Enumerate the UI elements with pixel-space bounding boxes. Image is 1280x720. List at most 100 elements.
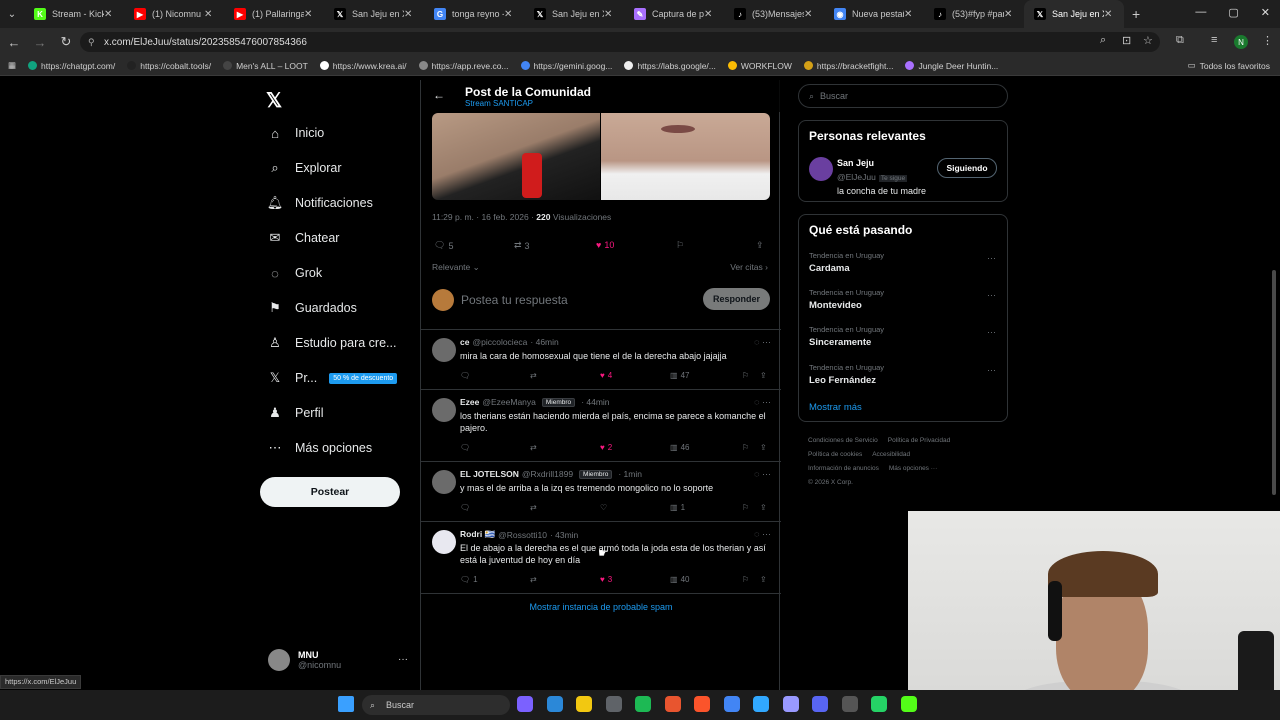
avatar[interactable] <box>432 530 456 554</box>
footer-link[interactable]: Accesibilidad <box>872 451 910 458</box>
spotify-icon[interactable] <box>635 696 651 712</box>
profile-avatar[interactable]: N <box>1234 35 1248 49</box>
close-tab-icon[interactable]: ✕ <box>304 9 318 20</box>
close-tab-icon[interactable]: ✕ <box>704 9 718 20</box>
comment-author[interactable]: Ezee <box>460 397 479 407</box>
comment-handle[interactable]: @EzeeManya <box>482 397 536 407</box>
tab-8[interactable]: ◉ Nueva pestaña✕ <box>824 0 924 28</box>
reply-action[interactable]: 🗨︎ <box>460 371 473 380</box>
comment[interactable]: EL JOTELSON @Rxdrill1899 Miembro · 1min ◌ ··… <box>421 462 781 522</box>
post-time[interactable]: 11:29 p. m. · 16 feb. 2026 · <box>432 212 534 222</box>
back-arrow-icon[interactable]: ← <box>433 88 445 102</box>
grok-icon[interactable]: ◌ <box>754 397 762 407</box>
close-tab-icon[interactable]: ✕ <box>804 9 818 20</box>
share-action[interactable]: ⇪ <box>760 443 767 452</box>
show-more-link[interactable]: Mostrar más <box>809 402 862 413</box>
tab-9[interactable]: ♪ (53)#fyp #para✕ <box>924 0 1024 28</box>
repost-action[interactable]: ⇄ <box>530 371 537 380</box>
views-action[interactable]: ▥ 46 <box>670 443 689 452</box>
footer-link[interactable]: Más opciones ··· <box>889 465 937 472</box>
tab-list-icon[interactable]: ⌄ <box>0 9 24 20</box>
footer-link[interactable]: Política de cookies <box>808 451 862 458</box>
more-dots-icon[interactable]: ··· <box>987 327 996 337</box>
reply-input[interactable]: Postea tu respuesta <box>461 293 568 307</box>
more-dots-icon[interactable]: ··· <box>762 397 771 407</box>
new-tab-button[interactable]: + <box>1132 6 1140 22</box>
site-info-icon[interactable]: ⚲ <box>88 37 95 48</box>
photoshop-icon[interactable] <box>753 696 769 712</box>
footer-link[interactable]: © 2026 X Corp. <box>808 479 853 486</box>
reply-action[interactable]: 🗨︎ <box>460 443 473 452</box>
close-tab-icon[interactable]: ✕ <box>404 9 418 20</box>
nav-item-notificaciones[interactable]: 🔔︎ Notificaciones <box>267 195 373 210</box>
all-bookmarks[interactable]: ▭ Todos los favoritos <box>1188 60 1270 71</box>
zoom-icon[interactable]: ⌕ <box>1100 34 1106 47</box>
person-name[interactable]: San Jeju <box>837 158 874 168</box>
file-explorer-icon[interactable] <box>576 696 592 712</box>
bookmark-action[interactable]: ⚐ <box>676 240 684 251</box>
comment-handle[interactable]: @Rossotti10 <box>498 530 547 540</box>
reply-action[interactable]: 🗨︎ 5 <box>434 240 453 251</box>
copilot-icon[interactable] <box>517 696 533 712</box>
nav-item-m-s-opciones[interactable]: ⋯ Más opciones <box>268 440 373 455</box>
comment-author[interactable]: Rodri 🇺🇾 <box>460 529 495 540</box>
comment-time[interactable]: · 43min <box>550 530 578 540</box>
epic-icon[interactable] <box>841 696 858 712</box>
repost-action[interactable]: ⇄ <box>530 575 537 584</box>
community-link[interactable]: Stream SANTICAP <box>465 99 533 108</box>
address-bar[interactable]: ⚲ x.com/ElJeJuu/status/20235854760078543… <box>80 32 1160 52</box>
sort-dropdown[interactable]: Relevante ⌄ <box>432 262 480 273</box>
views-action[interactable]: ▥ 47 <box>670 371 689 380</box>
whatsapp-icon[interactable] <box>871 696 887 712</box>
comment[interactable]: Ezee @EzeeManya Miembro · 44min ◌ ··· los the… <box>421 390 781 462</box>
more-dots-icon[interactable]: ··· <box>762 529 771 539</box>
quotes-link[interactable]: Ver citas › <box>730 262 768 272</box>
like-action[interactable]: ♥ 3 <box>600 575 612 584</box>
tab-3[interactable]: 𝕏 San Jeju en X:✕ <box>324 0 424 28</box>
avatar[interactable] <box>809 157 833 181</box>
reload-icon[interactable]: ↻ <box>54 34 78 50</box>
close-tab-icon[interactable]: ✕ <box>104 9 118 20</box>
bookmark-item[interactable]: https://bracketfight... <box>803 61 893 71</box>
nav-item-grok[interactable]: ◌ Grok <box>268 266 322 281</box>
install-icon[interactable]: ⊡ <box>1122 34 1131 47</box>
bookmark-item[interactable]: https://cobalt.tools/ <box>127 61 211 71</box>
tab-7[interactable]: ♪ (53)Mensajes |✕ <box>724 0 824 28</box>
bookmark-action[interactable]: ⚐ <box>742 503 749 512</box>
comment-author[interactable]: ce <box>460 337 469 347</box>
tab-2[interactable]: ▶ (1) Pallaringas✕ <box>224 0 324 28</box>
more-dots-icon[interactable]: ··· <box>762 337 771 347</box>
premiere-icon[interactable] <box>782 696 799 712</box>
nav-item-inicio[interactable]: ⌂ Inicio <box>268 126 324 141</box>
more-dots-icon[interactable]: ··· <box>398 654 408 665</box>
repost-action[interactable]: ⇄ <box>530 443 537 452</box>
comment[interactable]: ce @piccolocieca · 46min ◌ ··· mira la cara … <box>421 330 781 390</box>
close-window-icon[interactable]: ✕ <box>1261 6 1270 19</box>
reply-button[interactable]: Responder <box>703 288 770 310</box>
close-tab-icon[interactable]: ✕ <box>1004 9 1018 20</box>
more-dots-icon[interactable]: ··· <box>987 253 996 263</box>
taskbar-search[interactable]: ⌕ Buscar <box>362 695 510 715</box>
nav-item-chatear[interactable]: ✉ Chatear <box>268 230 340 245</box>
footer-link[interactable]: Condiciones de Servicio <box>808 437 878 444</box>
comment-time[interactable]: · 44min <box>581 397 609 407</box>
bookmark-item[interactable]: https://labs.google/... <box>624 61 716 71</box>
account-switcher[interactable]: MNU @nicomnu <box>268 649 341 671</box>
post-image-left[interactable] <box>432 113 600 200</box>
more-dots-icon[interactable]: ··· <box>987 365 996 375</box>
like-action[interactable]: ♡ <box>600 503 610 512</box>
like-action[interactable]: ♥ 2 <box>600 443 612 452</box>
star-icon[interactable]: ☆ <box>1143 34 1153 47</box>
bookmark-item[interactable]: https://gemini.goog... <box>520 61 612 71</box>
comment-author[interactable]: EL JOTELSON <box>460 469 519 479</box>
more-dots-icon[interactable]: ··· <box>762 469 771 479</box>
close-tab-icon[interactable]: ✕ <box>504 9 518 20</box>
tab-5[interactable]: 𝕏 San Jeju en X:✕ <box>524 0 624 28</box>
windows-start-icon[interactable] <box>338 696 354 712</box>
post-button[interactable]: Postear <box>260 477 400 507</box>
bookmark-item[interactable]: https://app.reve.co... <box>418 61 509 71</box>
footer-link[interactable]: Información de anuncios <box>808 465 879 472</box>
grok-icon[interactable]: ◌ <box>754 469 762 479</box>
share-action[interactable]: ⇪ <box>756 240 764 251</box>
reply-action[interactable]: 🗨︎ 1 <box>460 575 478 584</box>
